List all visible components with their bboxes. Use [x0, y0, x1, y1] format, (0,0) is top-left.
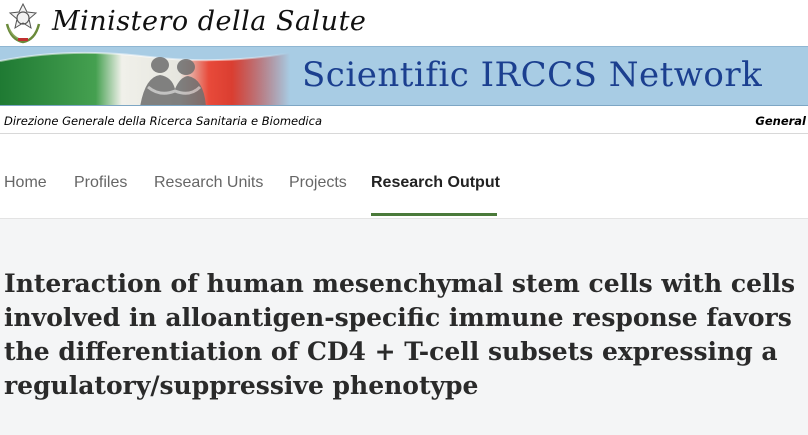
republic-emblem-icon	[5, 2, 41, 44]
site-banner: Scientific IRCCS Network	[0, 46, 808, 106]
nav-item-projects[interactable]: Projects	[289, 174, 347, 192]
active-tab-indicator	[371, 213, 497, 216]
page-title: Interaction of human mesenchymal stem ce…	[4, 269, 796, 400]
ministry-name: Ministero della Salute	[52, 6, 367, 37]
nav-item-profiles[interactable]: Profiles	[74, 174, 127, 192]
italian-flag-graphic	[0, 47, 290, 105]
subheader: Direzione Generale della Ricerca Sanitar…	[0, 106, 808, 134]
ministry-bar: Ministero della Salute	[0, 0, 808, 46]
general-label[interactable]: General	[755, 114, 806, 128]
main-navigation: Home Profiles Research Units Projects Re…	[0, 150, 808, 218]
main-content: Interaction of human mesenchymal stem ce…	[0, 218, 808, 435]
banner-title: Scientific IRCCS Network	[302, 55, 763, 95]
nav-item-research-units[interactable]: Research Units	[154, 174, 263, 192]
nav-item-research-output[interactable]: Research Output	[371, 174, 500, 192]
directorate-label: Direzione Generale della Ricerca Sanitar…	[4, 114, 323, 128]
nav-item-home[interactable]: Home	[4, 174, 47, 192]
